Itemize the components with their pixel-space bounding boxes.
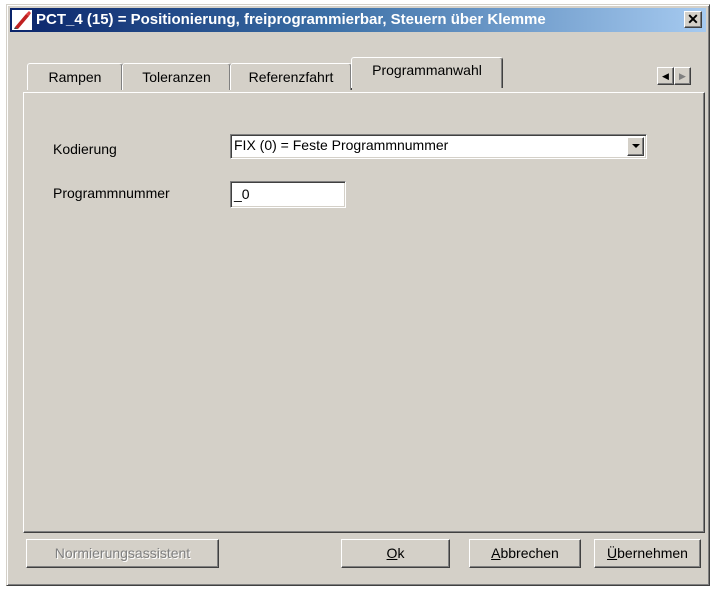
- tab-programmanwahl[interactable]: Programmanwahl: [351, 57, 503, 88]
- tab-scroll-left-button[interactable]: ◀: [657, 67, 674, 85]
- button-label: Normierungsassistent: [54, 545, 191, 561]
- mnemonic: O: [386, 545, 398, 561]
- dialog-window: PCT_4 (15) = Positionierung, freiprogram…: [6, 4, 710, 586]
- button-label: k: [397, 545, 405, 561]
- programmnummer-value: _0: [234, 186, 250, 202]
- kodierung-label: Kodierung: [53, 141, 117, 157]
- tab-label: Rampen: [48, 69, 102, 85]
- chevron-down-icon: [632, 144, 640, 148]
- tab-label: Programmanwahl: [372, 62, 482, 78]
- kodierung-value: FIX (0) = Feste Programmnummer: [234, 137, 449, 153]
- tab-toleranzen[interactable]: Toleranzen: [122, 63, 231, 90]
- tab-referenzfahrt[interactable]: Referenzfahrt: [230, 63, 352, 90]
- programmnummer-label: Programmnummer: [53, 185, 170, 201]
- button-label: bbrechen: [500, 545, 559, 561]
- dropdown-button[interactable]: [627, 137, 644, 156]
- app-icon: [12, 10, 32, 30]
- normierungsassistent-button[interactable]: Normierungsassistent: [26, 539, 219, 568]
- tab-scroll-right-button[interactable]: ▶: [674, 67, 691, 85]
- abbrechen-button[interactable]: Abbrechen: [469, 539, 581, 568]
- kodierung-select[interactable]: FIX (0) = Feste Programmnummer: [230, 134, 647, 159]
- title-bar[interactable]: PCT_4 (15) = Positionierung, freiprogram…: [10, 8, 706, 32]
- tab-label: Referenzfahrt: [248, 69, 334, 85]
- mnemonic: Ü: [607, 545, 618, 561]
- tab-rampen[interactable]: Rampen: [27, 63, 123, 90]
- arrow-left-icon: ◀: [662, 71, 669, 81]
- button-label: bernehmen: [617, 545, 688, 561]
- ok-button[interactable]: Ok: [341, 539, 450, 568]
- programmnummer-input[interactable]: _0: [230, 181, 346, 208]
- tab-label: Toleranzen: [142, 69, 211, 85]
- window-title: PCT_4 (15) = Positionierung, freiprogram…: [36, 11, 546, 28]
- close-icon: ✕: [687, 11, 699, 27]
- arrow-right-icon: ▶: [679, 71, 686, 81]
- uebernehmen-button[interactable]: Übernehmen: [594, 539, 701, 568]
- close-button[interactable]: ✕: [684, 11, 702, 28]
